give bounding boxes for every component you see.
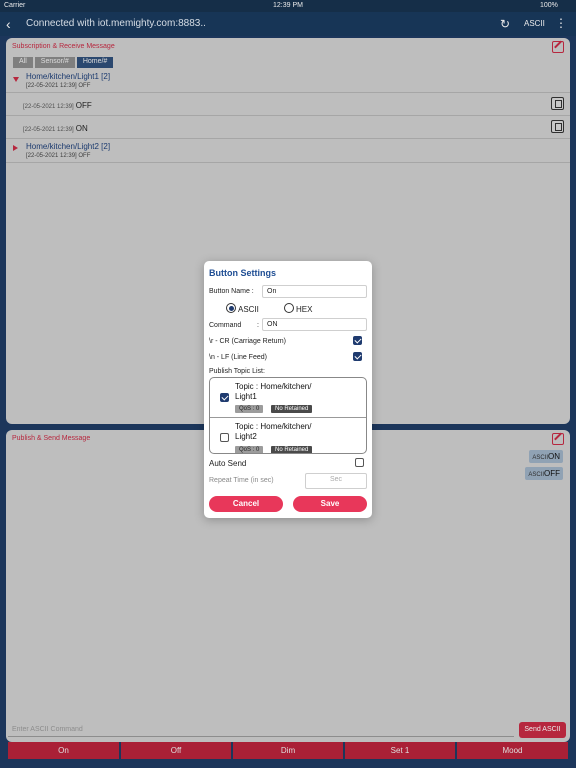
topic-checkbox[interactable] [220,433,229,442]
topic-title-line2: Light1 [235,392,257,401]
auto-send-label: Auto Send [209,459,247,468]
dialog-title: Button Settings [209,268,276,278]
topic-title-line1: Topic : Home/kitchen/ [235,422,312,431]
topic-title-line2: Light2 [235,432,257,441]
save-button[interactable]: Save [293,496,367,512]
cr-checkbox[interactable] [353,336,362,345]
ascii-radio[interactable] [226,303,236,313]
qos-badge: QoS : 0 [235,446,264,453]
lf-checkbox[interactable] [353,352,362,361]
topic-list-label: Publish Topic List: [209,368,265,375]
topic-checkbox[interactable] [220,393,229,402]
topic-list: Topic : Home/kitchen/ Light1 QoS : 0 No … [209,377,367,454]
retained-badge: No Retained [271,446,313,453]
ascii-radio-label: ASCII [238,305,259,314]
command-label: Command [209,322,242,329]
button-name-label: Button Name : [209,288,254,295]
topic-list-item[interactable]: Topic : Home/kitchen/ Light1 QoS : 0 No … [210,378,366,418]
topic-list-item[interactable]: Topic : Home/kitchen/ Light2 QoS : 0 No … [210,418,366,453]
auto-send-checkbox[interactable] [355,458,364,467]
cr-label: \r - CR (Carriage Return) [209,338,287,345]
command-colon: : [257,322,259,329]
cancel-button[interactable]: Cancel [209,496,283,512]
button-settings-dialog: Button Settings Button Name : On ASCII H… [204,261,372,518]
command-field[interactable]: ON [262,318,367,331]
button-name-field[interactable]: On [262,285,367,298]
qos-badge: QoS : 0 [235,405,264,413]
lf-label: \n - LF (Line Feed) [209,354,267,361]
repeat-time-label: Repeat Time (in sec) [209,477,274,484]
repeat-time-field[interactable]: Sec [305,473,367,489]
retained-badge: No Retained [271,405,313,413]
hex-radio-label: HEX [296,305,313,314]
hex-radio[interactable] [284,303,294,313]
topic-title-line1: Topic : Home/kitchen/ [235,382,312,391]
